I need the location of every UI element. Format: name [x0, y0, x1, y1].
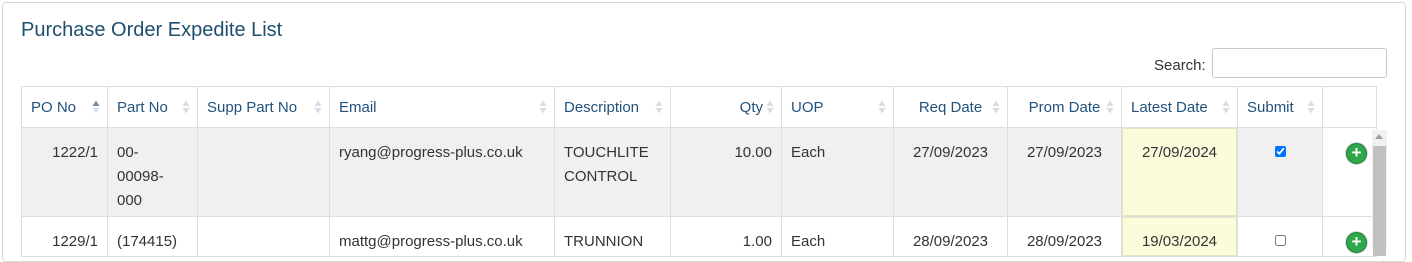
sort-icon	[655, 100, 663, 114]
cell-supp-part-no	[197, 127, 330, 217]
cell-action: +	[1322, 216, 1377, 257]
scrollbar-thumb[interactable]	[1373, 146, 1386, 256]
sort-icon	[992, 100, 1000, 114]
cell-prom-date: 27/09/2023	[1007, 127, 1122, 217]
vertical-scrollbar[interactable]	[1372, 130, 1387, 256]
cell-po-no: 1229/1	[21, 216, 108, 257]
column-header-qty[interactable]: Qty	[670, 86, 782, 128]
column-header-req-date[interactable]: Req Date	[893, 86, 1008, 128]
submit-checkbox[interactable]	[1274, 146, 1286, 157]
sort-icon	[539, 100, 547, 114]
cell-uop: Each	[781, 127, 894, 217]
expedite-table: PO No Part No Supp Part No Email Descrip…	[21, 86, 1377, 257]
scroll-up-arrow-icon[interactable]	[1375, 134, 1383, 139]
table-row[interactable]: 1222/1 00- 00098- 000 ryang@progress-plus.…	[21, 127, 1377, 217]
column-header-part-no[interactable]: Part No	[107, 86, 198, 128]
cell-email: mattg@progress-plus.co.uk	[329, 216, 555, 257]
submit-checkbox[interactable]	[1274, 235, 1286, 246]
add-button[interactable]: +	[1346, 143, 1367, 164]
cell-po-no: 1222/1	[21, 127, 108, 217]
column-header-submit[interactable]: Submit	[1237, 86, 1323, 128]
plus-circle-icon: +	[1351, 232, 1362, 251]
sort-icon	[878, 100, 886, 114]
cell-supp-part-no	[197, 216, 330, 257]
add-button[interactable]: +	[1346, 232, 1367, 253]
page-title: Purchase Order Expedite List	[21, 19, 283, 41]
cell-qty: 10.00	[670, 127, 782, 217]
cell-description: TRUNNION	[554, 216, 671, 257]
column-header-supp-part-no[interactable]: Supp Part No	[197, 86, 330, 128]
search-label: Search:	[1154, 57, 1206, 74]
column-header-latest-date[interactable]: Latest Date	[1121, 86, 1238, 128]
cell-req-date: 28/09/2023	[893, 216, 1008, 257]
sort-icon	[766, 100, 774, 114]
sort-icon	[314, 100, 322, 114]
sort-icon	[182, 100, 190, 114]
cell-submit	[1237, 127, 1323, 217]
latest-date-field[interactable]: 19/03/2024	[1121, 216, 1238, 257]
cell-action: +	[1322, 127, 1377, 217]
column-header-email[interactable]: Email	[329, 86, 555, 128]
cell-description: TOUCHLITE CONTROL	[554, 127, 671, 217]
sort-icon	[1106, 100, 1114, 114]
cell-uop: Each	[781, 216, 894, 257]
cell-prom-date: 28/09/2023	[1007, 216, 1122, 257]
cell-email: ryang@progress-plus.co.uk	[329, 127, 555, 217]
cell-qty: 1.00	[670, 216, 782, 257]
column-header-uop[interactable]: UOP	[781, 86, 894, 128]
sort-icon	[1222, 100, 1230, 114]
latest-date-field[interactable]: 27/09/2024	[1121, 127, 1238, 217]
cell-submit	[1237, 216, 1323, 257]
cell-part-no: 00- 00098- 000	[107, 127, 198, 217]
table-row[interactable]: 1229/1 (174415) mattg@progress-plus.co.u…	[21, 216, 1377, 257]
header-row: PO No Part No Supp Part No Email Descrip…	[21, 86, 1377, 128]
column-header-description[interactable]: Description	[554, 86, 671, 128]
plus-circle-icon: +	[1351, 143, 1362, 162]
cell-req-date: 27/09/2023	[893, 127, 1008, 217]
column-header-prom-date[interactable]: Prom Date	[1007, 86, 1122, 128]
sort-asc-icon	[92, 100, 100, 114]
column-header-action	[1322, 86, 1377, 128]
sort-icon	[1307, 100, 1315, 114]
search-input[interactable]	[1212, 48, 1387, 78]
column-header-po-no[interactable]: PO No	[21, 86, 108, 128]
cell-part-no: (174415)	[107, 216, 198, 257]
